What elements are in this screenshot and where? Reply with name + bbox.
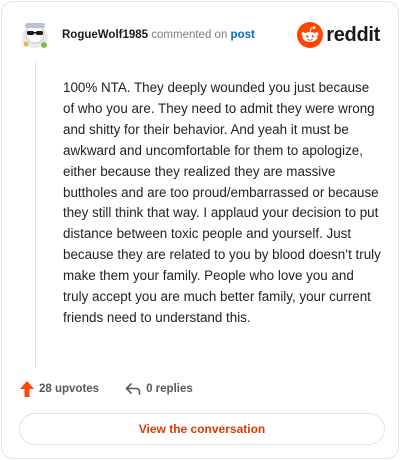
- reddit-wordmark: reddit: [326, 23, 380, 46]
- comment-body: 100% NTA. They deeply wounded you just b…: [63, 80, 381, 325]
- reply-count: 0 replies: [146, 383, 193, 395]
- reddit-logo[interactable]: reddit: [297, 21, 380, 49]
- username-link[interactable]: RogueWolf1985: [62, 29, 148, 41]
- reply-button[interactable]: 0 replies: [125, 382, 193, 396]
- comment-header: RogueWolf1985 commented on post reddit: [20, 17, 382, 57]
- comment-card: RogueWolf1985 commented on post reddit 1…: [1, 1, 399, 459]
- comment-meta: RogueWolf1985 commented on post: [62, 29, 255, 41]
- user-avatar-icon[interactable]: [20, 17, 50, 49]
- post-link[interactable]: post: [231, 29, 255, 41]
- view-conversation-button[interactable]: View the conversation: [19, 413, 385, 445]
- reply-arrow-icon: [125, 383, 141, 395]
- thread-line: [35, 62, 36, 368]
- comment-actions: 28 upvotes 0 replies: [20, 379, 219, 399]
- upvote-arrow-icon: [20, 381, 34, 397]
- upvote-button[interactable]: 28 upvotes: [20, 381, 99, 397]
- upvote-count: 28 upvotes: [39, 383, 100, 395]
- comment-verb: commented on: [151, 29, 228, 41]
- reddit-snoo-icon: [297, 22, 324, 48]
